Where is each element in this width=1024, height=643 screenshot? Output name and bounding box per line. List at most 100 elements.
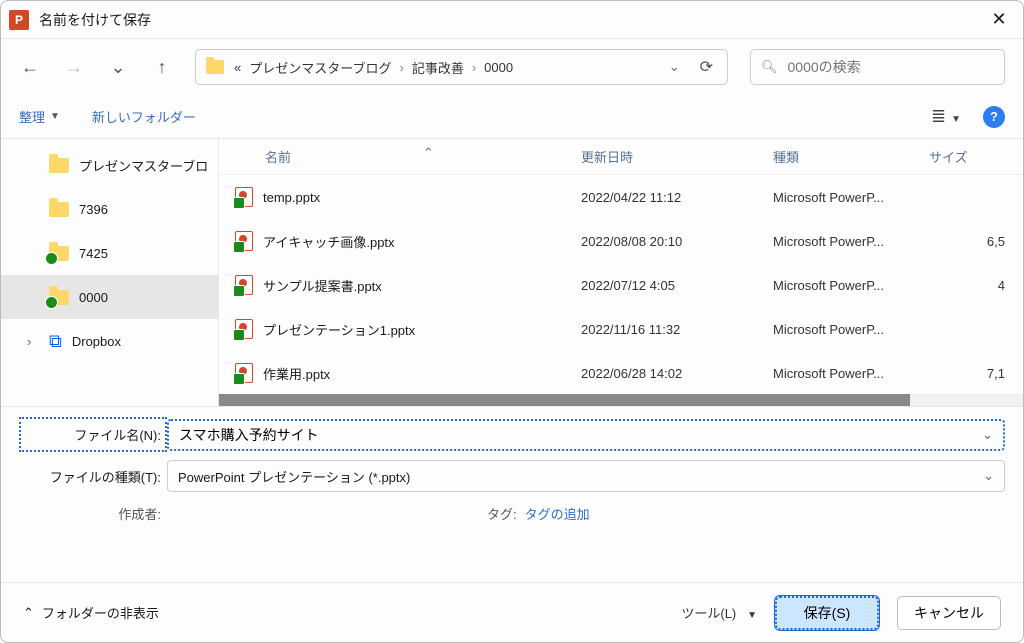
filename-combo[interactable]: ⌄ bbox=[167, 419, 1005, 451]
pptx-icon bbox=[235, 319, 253, 339]
file-type: Microsoft PowerP... bbox=[773, 234, 929, 249]
toolbar: 整理▼ 新しいフォルダー ≣ ▼ ? bbox=[1, 95, 1023, 139]
forward-button[interactable]: → bbox=[63, 57, 85, 78]
file-row[interactable]: 作業用.pptx 2022/06/28 14:02 Microsoft Powe… bbox=[219, 351, 1023, 394]
new-folder-button[interactable]: 新しいフォルダー bbox=[92, 107, 196, 126]
tools-menu[interactable]: ツール(L) ▼ bbox=[681, 603, 757, 622]
sort-indicator-icon: ⌃ bbox=[423, 145, 434, 161]
file-name: プレゼンテーション1.pptx bbox=[263, 320, 415, 339]
file-date: 2022/06/28 14:02 bbox=[581, 366, 773, 381]
chevron-down-icon[interactable]: ⌄ bbox=[982, 427, 993, 443]
refresh-button[interactable]: ⟳ bbox=[690, 57, 717, 77]
sidebar-item[interactable]: 7396 bbox=[1, 187, 218, 231]
filename-label: ファイル名(N): bbox=[19, 417, 167, 452]
horizontal-scrollbar[interactable] bbox=[219, 394, 1023, 406]
col-type[interactable]: 種類 bbox=[773, 147, 929, 166]
address-bar[interactable]: « プレゼンマスターブログ › 記事改善 › 0000 ⌄ ⟳ bbox=[195, 49, 728, 85]
breadcrumb[interactable]: « プレゼンマスターブログ › 記事改善 › 0000 bbox=[234, 58, 513, 77]
filename-input[interactable] bbox=[179, 427, 993, 443]
search-input[interactable] bbox=[788, 59, 994, 75]
chevron-right-icon: › bbox=[399, 60, 403, 75]
file-row[interactable]: temp.pptx 2022/04/22 11:12 Microsoft Pow… bbox=[219, 175, 1023, 219]
sidebar-item-label: 7425 bbox=[79, 246, 108, 261]
file-type: Microsoft PowerP... bbox=[773, 278, 929, 293]
save-button[interactable]: 保存(S) bbox=[775, 596, 879, 630]
app-icon: P bbox=[9, 10, 29, 30]
close-button[interactable]: ✕ bbox=[983, 4, 1015, 36]
sidebar-item-dropbox[interactable]: › ⧉ Dropbox bbox=[1, 319, 218, 363]
author-label: 作成者: bbox=[19, 504, 167, 523]
file-size: 4 bbox=[929, 278, 1023, 293]
add-tag-link[interactable]: タグの追加 bbox=[525, 504, 590, 523]
main-area: プレゼンマスターブロ 7396 7425 0000 › ⧉ Dropbox 名前 ⌃ 更新日… bbox=[1, 139, 1023, 407]
file-size: 6,5 bbox=[929, 234, 1023, 249]
file-type: Microsoft PowerP... bbox=[773, 366, 929, 381]
folder-icon bbox=[49, 246, 69, 261]
hide-folders-toggle[interactable]: ⌃ フォルダーの非表示 bbox=[23, 603, 159, 622]
file-name: 作業用.pptx bbox=[263, 364, 330, 383]
pptx-icon bbox=[235, 275, 253, 295]
folder-icon bbox=[49, 290, 69, 305]
sidebar-item-label: プレゼンマスターブロ bbox=[79, 156, 208, 175]
file-date: 2022/11/16 11:32 bbox=[581, 322, 773, 337]
filetype-label: ファイルの種類(T): bbox=[19, 467, 167, 486]
sidebar-item-label: Dropbox bbox=[72, 334, 121, 349]
file-list-panel: 名前 ⌃ 更新日時 種類 サイズ temp.pptx 2022/04/22 11… bbox=[219, 139, 1023, 406]
titlebar: P 名前を付けて保存 ✕ bbox=[1, 1, 1023, 39]
save-form: ファイル名(N): ⌄ ファイルの種類(T): PowerPoint プレゼンテ… bbox=[1, 407, 1023, 551]
tag-label: タグ: bbox=[487, 504, 517, 523]
folder-icon bbox=[49, 158, 69, 173]
folder-icon bbox=[206, 60, 224, 74]
chevron-right-icon[interactable]: › bbox=[27, 334, 39, 349]
file-type: Microsoft PowerP... bbox=[773, 322, 929, 337]
dropbox-icon: ⧉ bbox=[49, 331, 62, 352]
file-date: 2022/04/22 11:12 bbox=[581, 190, 773, 205]
sidebar-item[interactable]: 0000 bbox=[1, 275, 218, 319]
chevron-right-icon: › bbox=[472, 60, 476, 75]
file-size: 7,1 bbox=[929, 366, 1023, 381]
crumb-3[interactable]: 0000 bbox=[484, 60, 513, 75]
footer: ⌃ フォルダーの非表示 ツール(L) ▼ 保存(S) キャンセル bbox=[1, 582, 1023, 642]
search-box[interactable]: 🔍︎ bbox=[750, 49, 1005, 85]
file-row[interactable]: プレゼンテーション1.pptx 2022/11/16 11:32 Microso… bbox=[219, 307, 1023, 351]
sidebar-item-label: 0000 bbox=[79, 290, 108, 305]
col-name[interactable]: 名前 ⌃ bbox=[235, 147, 581, 166]
pptx-icon bbox=[235, 231, 253, 251]
address-dropdown[interactable]: ⌄ bbox=[669, 59, 680, 75]
pptx-icon bbox=[235, 363, 253, 383]
pptx-icon bbox=[235, 187, 253, 207]
folder-icon bbox=[49, 202, 69, 217]
scrollbar-thumb[interactable] bbox=[219, 394, 910, 406]
chevron-up-icon: ⌃ bbox=[23, 605, 34, 621]
filetype-combo[interactable]: PowerPoint プレゼンテーション (*.pptx) ⌄ bbox=[167, 460, 1005, 492]
file-name: temp.pptx bbox=[263, 190, 320, 205]
file-name: サンプル提案書.pptx bbox=[263, 276, 382, 295]
view-options-button[interactable]: ≣ ▼ bbox=[931, 106, 961, 127]
crumb-1[interactable]: プレゼンマスターブログ bbox=[249, 58, 391, 77]
folder-tree[interactable]: プレゼンマスターブロ 7396 7425 0000 › ⧉ Dropbox bbox=[1, 139, 219, 406]
col-date[interactable]: 更新日時 bbox=[581, 147, 773, 166]
search-icon: 🔍︎ bbox=[761, 59, 778, 75]
cancel-button[interactable]: キャンセル bbox=[897, 596, 1001, 630]
chevron-down-icon[interactable]: ⌄ bbox=[983, 468, 994, 484]
file-row[interactable]: アイキャッチ画像.pptx 2022/08/08 20:10 Microsoft… bbox=[219, 219, 1023, 263]
column-headers[interactable]: 名前 ⌃ 更新日時 種類 サイズ bbox=[219, 139, 1023, 175]
up-button[interactable]: ↑ bbox=[151, 57, 173, 78]
file-date: 2022/08/08 20:10 bbox=[581, 234, 773, 249]
navbar: ← → ⌄ ↑ « プレゼンマスターブログ › 記事改善 › 0000 ⌄ ⟳ … bbox=[1, 39, 1023, 95]
sidebar-item[interactable]: 7425 bbox=[1, 231, 218, 275]
file-date: 2022/07/12 4:05 bbox=[581, 278, 773, 293]
filetype-value: PowerPoint プレゼンテーション (*.pptx) bbox=[178, 467, 410, 486]
sidebar-item-label: 7396 bbox=[79, 202, 108, 217]
recent-dropdown[interactable]: ⌄ bbox=[107, 57, 129, 78]
file-row[interactable]: サンプル提案書.pptx 2022/07/12 4:05 Microsoft P… bbox=[219, 263, 1023, 307]
help-button[interactable]: ? bbox=[983, 106, 1005, 128]
back-button[interactable]: ← bbox=[19, 57, 41, 78]
crumb-2[interactable]: 記事改善 bbox=[412, 58, 464, 77]
file-rows[interactable]: temp.pptx 2022/04/22 11:12 Microsoft Pow… bbox=[219, 175, 1023, 394]
sidebar-item[interactable]: プレゼンマスターブロ bbox=[1, 143, 218, 187]
col-size[interactable]: サイズ bbox=[929, 147, 1023, 166]
organize-menu[interactable]: 整理▼ bbox=[19, 107, 60, 126]
file-name: アイキャッチ画像.pptx bbox=[263, 232, 395, 251]
crumb-more[interactable]: « bbox=[234, 60, 241, 75]
